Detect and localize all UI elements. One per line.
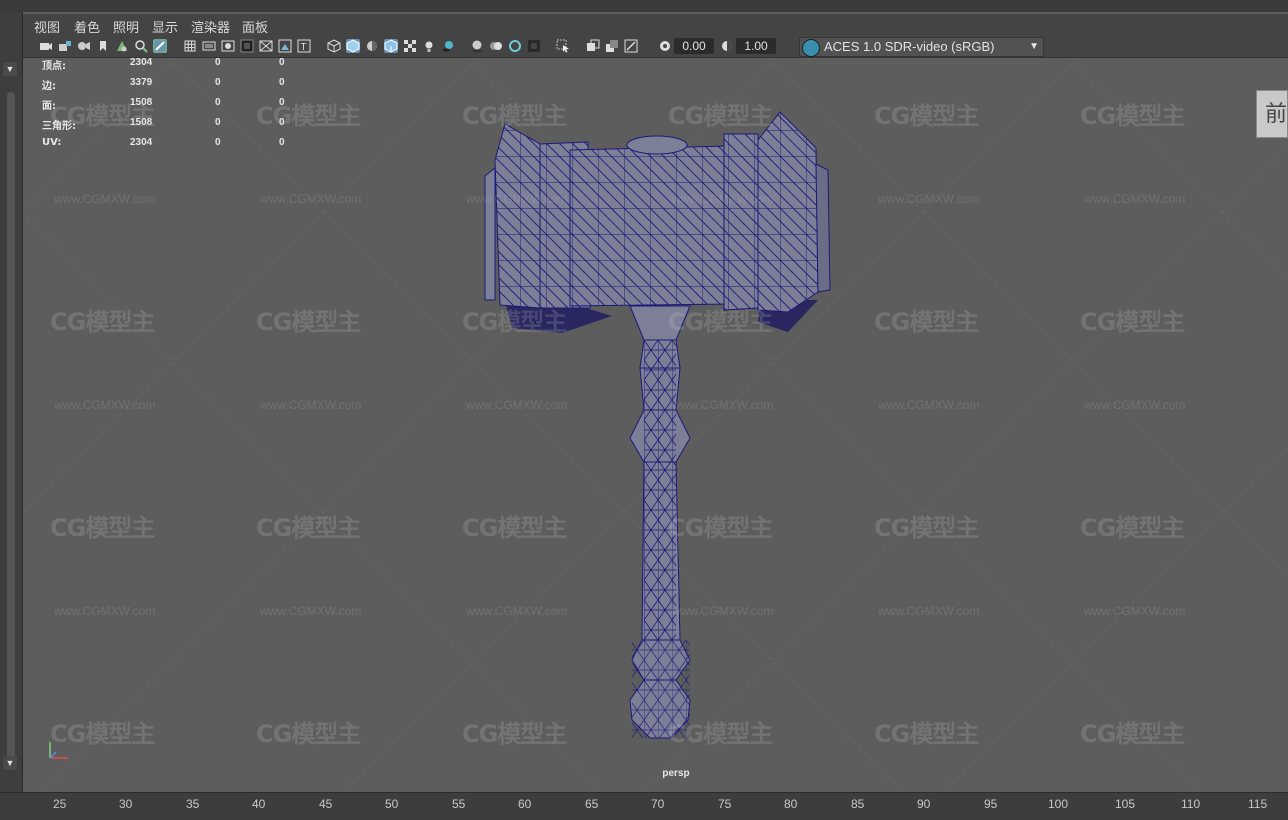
ruler-tick: 100 [1048, 797, 1069, 811]
ruler-tick: 30 [119, 797, 133, 811]
ruler-tick: 80 [784, 797, 798, 811]
hammer-handle [629, 305, 691, 739]
ruler-tick: 70 [651, 797, 665, 811]
view-cube[interactable]: 前 [1256, 90, 1288, 138]
ruler-tick: 50 [385, 797, 399, 811]
ruler-tick: 35 [186, 797, 200, 811]
hammer-mesh[interactable] [0, 0, 1288, 819]
ruler-tick: 40 [252, 797, 266, 811]
ruler-tick: 115 [1248, 797, 1268, 811]
ruler-tick: 75 [718, 797, 732, 811]
ruler-tick: 60 [518, 797, 532, 811]
ruler-tick: 45 [319, 797, 333, 811]
camera-name-label: persp [662, 768, 690, 779]
ruler-tick: 105 [1115, 797, 1136, 811]
ruler-tick: 85 [851, 797, 865, 811]
ruler-tick: 25 [53, 797, 67, 811]
ruler-tick: 110 [1181, 797, 1201, 811]
ruler-tick: 65 [585, 797, 599, 811]
ruler-tick: 90 [917, 797, 931, 811]
ruler-tick: 95 [984, 797, 998, 811]
ruler-tick: 55 [452, 797, 466, 811]
hammer-head [484, 111, 831, 333]
axis-gizmo-icon [49, 742, 68, 759]
time-slider-ruler[interactable]: 25 30 35 40 45 50 55 60 65 70 75 80 85 9… [0, 792, 1288, 820]
